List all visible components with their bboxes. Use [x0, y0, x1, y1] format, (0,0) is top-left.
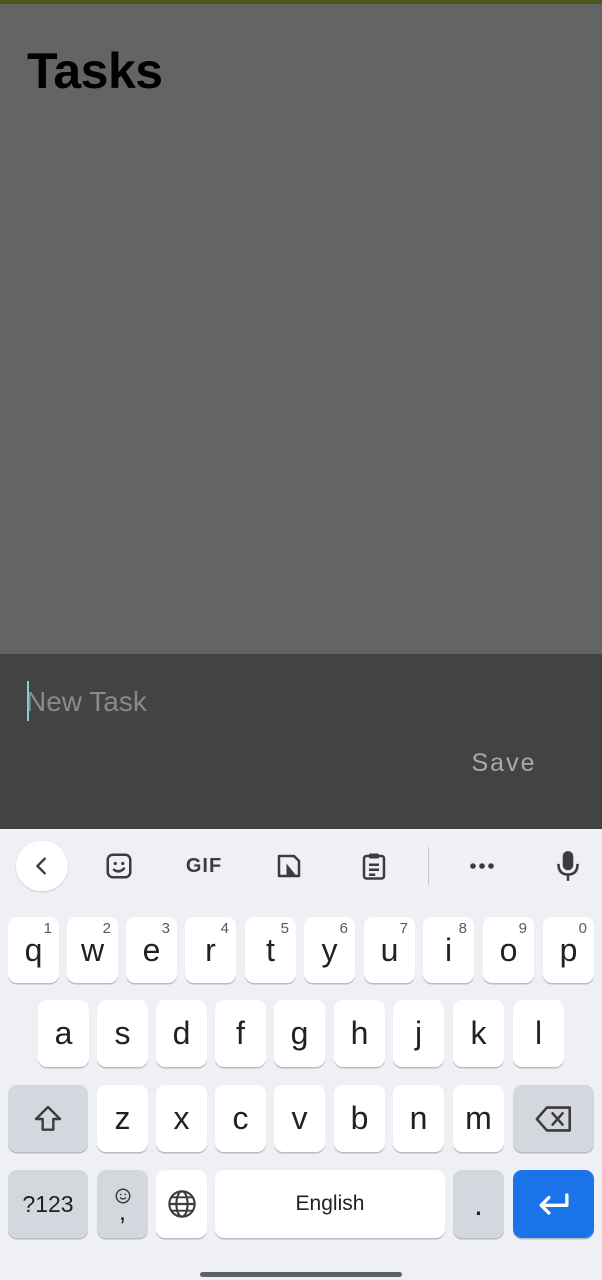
key-l[interactable]: l: [513, 1000, 564, 1067]
shift-icon: [34, 1105, 62, 1131]
key-letter: t: [266, 931, 275, 968]
key-p[interactable]: p0: [543, 917, 594, 983]
text-cursor: [27, 681, 29, 721]
gif-button[interactable]: GIF: [178, 841, 230, 891]
toolbar-divider: [428, 847, 429, 885]
key-hint: 2: [102, 920, 111, 937]
key-hint: 7: [399, 920, 408, 937]
shift-key[interactable]: [8, 1085, 88, 1152]
more-horizontal-icon[interactable]: [456, 841, 508, 891]
key-hint: 6: [339, 920, 348, 937]
key-hint: 0: [578, 920, 587, 937]
backspace-icon: [535, 1105, 571, 1132]
key-x[interactable]: x: [156, 1085, 207, 1152]
key-hint: 4: [220, 920, 229, 937]
keyboard-toolbar: GIF: [0, 829, 602, 903]
key-q[interactable]: q1: [8, 917, 59, 983]
key-m[interactable]: m: [453, 1085, 504, 1152]
key-letter: i: [444, 931, 453, 968]
key-hint: 1: [43, 920, 52, 937]
space-key[interactable]: English: [215, 1170, 445, 1238]
key-d[interactable]: d: [156, 1000, 207, 1067]
key-c[interactable]: c: [215, 1085, 266, 1152]
key-k[interactable]: k: [453, 1000, 504, 1067]
key-hint: 5: [280, 920, 289, 937]
key-letter: o: [499, 931, 518, 968]
key-hint: 9: [518, 920, 527, 937]
key-letter: w: [80, 931, 105, 968]
key-hint: 3: [161, 920, 170, 937]
key-y[interactable]: y6: [304, 917, 355, 983]
clipboard-icon[interactable]: [348, 841, 400, 891]
key-letter: u: [380, 931, 399, 968]
on-screen-keyboard: GIF q1 w2 e3 r4 t5 y6 u7 i8 o9 p0 a s d …: [0, 829, 602, 1280]
key-t[interactable]: t5: [245, 917, 296, 983]
key-r[interactable]: r4: [185, 917, 236, 983]
page-title: Tasks: [27, 43, 163, 99]
key-letter: r: [205, 931, 216, 968]
key-s[interactable]: s: [97, 1000, 148, 1067]
gesture-home-bar[interactable]: [200, 1272, 402, 1277]
key-letter: e: [142, 931, 161, 968]
microphone-icon[interactable]: [542, 841, 594, 891]
new-task-sheet: Save: [0, 654, 602, 829]
new-task-input[interactable]: [26, 682, 446, 722]
backspace-key[interactable]: [513, 1085, 594, 1152]
key-hint: 8: [458, 920, 467, 937]
key-v[interactable]: v: [274, 1085, 325, 1152]
key-w[interactable]: w2: [67, 917, 118, 983]
key-u[interactable]: u7: [364, 917, 415, 983]
key-j[interactable]: j: [393, 1000, 444, 1067]
key-f[interactable]: f: [215, 1000, 266, 1067]
sticker-icon[interactable]: [93, 841, 145, 891]
key-letter: p: [559, 931, 578, 968]
language-key[interactable]: [156, 1170, 207, 1238]
translate-icon[interactable]: [263, 841, 315, 891]
chevron-left-icon[interactable]: [16, 841, 68, 891]
period-key[interactable]: .: [453, 1170, 504, 1238]
key-letter: y: [321, 931, 338, 968]
enter-icon: [538, 1193, 569, 1215]
key-b[interactable]: b: [334, 1085, 385, 1152]
key-n[interactable]: n: [393, 1085, 444, 1152]
key-i[interactable]: i8: [423, 917, 474, 983]
emoji-comma-key[interactable]: ,: [97, 1170, 148, 1238]
save-button[interactable]: Save: [456, 742, 552, 784]
key-o[interactable]: o9: [483, 917, 534, 983]
key-g[interactable]: g: [274, 1000, 325, 1067]
task-list-area: Tasks: [0, 4, 602, 654]
enter-key[interactable]: [513, 1170, 594, 1238]
globe-icon: [167, 1190, 196, 1218]
key-e[interactable]: e3: [126, 917, 177, 983]
key-z[interactable]: z: [97, 1085, 148, 1152]
key-letter: q: [24, 931, 43, 968]
key-h[interactable]: h: [334, 1000, 385, 1067]
comma-label: ,: [118, 1196, 127, 1226]
symbols-key[interactable]: ?123: [8, 1170, 88, 1238]
key-a[interactable]: a: [38, 1000, 89, 1067]
